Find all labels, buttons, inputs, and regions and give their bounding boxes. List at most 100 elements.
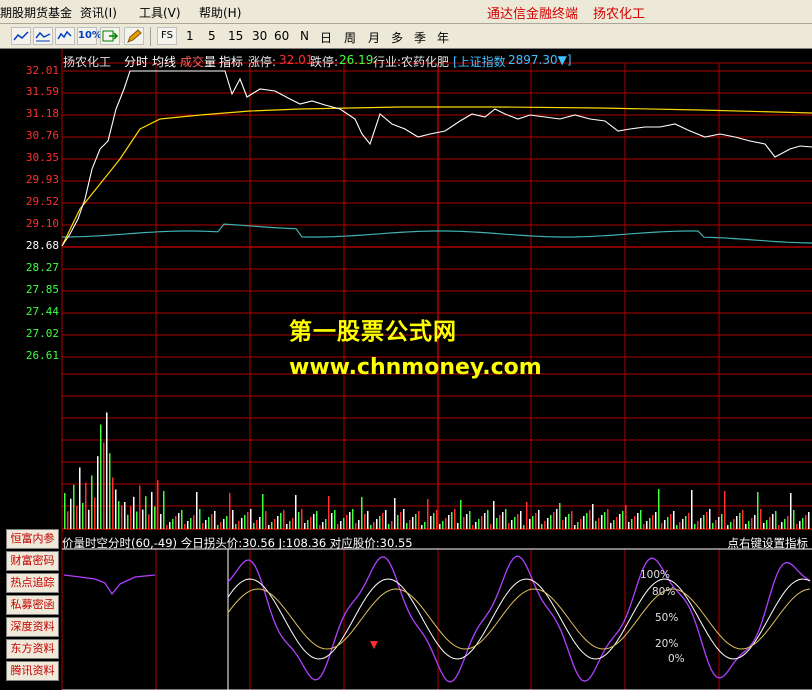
volume-bar <box>259 517 261 529</box>
volume-bar <box>616 517 618 529</box>
side-button-east-info[interactable]: 东方资料 <box>6 639 59 659</box>
index-label[interactable]: [上证指数 <box>453 53 506 70</box>
period-1min[interactable]: 1 <box>186 29 194 43</box>
volume-bar <box>490 524 492 529</box>
volume-bar <box>712 523 714 529</box>
volume-bar <box>94 497 96 529</box>
volume-bar <box>196 492 198 529</box>
indicator-hint: 点右键设置指标 <box>727 536 809 550</box>
export-icon[interactable] <box>100 27 120 45</box>
volume-bar <box>73 484 75 529</box>
volume-bar <box>112 477 114 529</box>
volume-bar <box>124 502 126 529</box>
info-volume-label: 成交 <box>180 55 205 69</box>
volume-bar <box>148 514 150 529</box>
volume-bar <box>325 519 327 529</box>
volume-bar <box>265 511 267 529</box>
side-button-private-fund[interactable]: 私募密函 <box>6 595 59 615</box>
volume-bar <box>334 510 336 529</box>
period-5min[interactable]: 5 <box>208 29 216 43</box>
volume-bar <box>502 512 504 529</box>
limit-down-value: 26.19 <box>339 53 374 67</box>
side-button-hengfu[interactable]: 恒富内参 <box>6 529 59 549</box>
period-month[interactable]: 月 <box>368 29 380 46</box>
side-button-wealth-code[interactable]: 财富密码 <box>6 551 59 571</box>
volume-bar <box>262 494 264 529</box>
period-year[interactable]: 年 <box>437 29 449 46</box>
volume-bar <box>232 510 234 529</box>
volume-bar <box>652 515 654 529</box>
volume-bar <box>745 524 747 529</box>
line-chart-icon[interactable] <box>33 27 53 45</box>
volume-bar <box>679 522 681 529</box>
menu-item-futures[interactable]: 期股期货基金 <box>0 4 72 21</box>
period-week[interactable]: 周 <box>344 29 356 46</box>
volume-bar <box>91 475 93 529</box>
volume-bar <box>76 506 78 529</box>
limit-up-value: 32.01 <box>279 53 314 67</box>
period-day[interactable]: 日 <box>320 29 332 46</box>
side-button-hotspot[interactable]: 热点追踪 <box>6 573 59 593</box>
indicator-title: 价量时空分时(60,-49) 今日拐头价:30.56 J:108.36 对应股价… <box>62 536 413 550</box>
volume-bar <box>409 520 411 529</box>
menu-item-info[interactable]: 资讯(I) <box>80 4 117 21</box>
menu-item-help[interactable]: 帮助(H) <box>199 4 241 21</box>
volume-bar <box>487 510 489 529</box>
volume-bar <box>361 497 363 529</box>
volume-bar <box>484 513 486 529</box>
side-button-depth-info[interactable]: 深度资料 <box>6 617 59 637</box>
volume-bar <box>421 525 423 529</box>
volume-bar <box>403 509 405 529</box>
volume-bar <box>304 523 306 529</box>
menu-item-tools[interactable]: 工具(V) <box>139 4 181 21</box>
volume-bar <box>226 516 228 529</box>
price-axis-label: 27.85 <box>25 283 59 296</box>
volume-bar <box>607 509 609 529</box>
volume-bar <box>628 522 630 529</box>
volume-bar <box>118 501 120 529</box>
info-mode[interactable]: 分时 <box>124 53 148 70</box>
volume-bar <box>517 514 519 529</box>
chart-area[interactable]: 扬农化工 分时 均线 成交 量 指标 涨停: 32.01 跌停: 26.19 行… <box>0 49 812 690</box>
volume-bar <box>190 518 192 529</box>
indicator-line-k <box>227 578 811 660</box>
volume-bar <box>556 509 558 529</box>
side-button-tencent-info[interactable]: 腾讯资料 <box>6 661 59 681</box>
volume-bar <box>787 516 789 529</box>
bar-chart-icon[interactable] <box>55 27 75 45</box>
info-avg-line-label: 均线 <box>152 55 177 69</box>
volume-bar <box>277 516 279 529</box>
volume-bar <box>541 524 543 529</box>
period-n[interactable]: N <box>300 29 309 43</box>
volume-bar <box>343 518 345 529</box>
volume-bar <box>367 511 369 529</box>
volume-bar <box>415 514 417 529</box>
volume-bar <box>280 513 282 529</box>
fs-button[interactable]: FS <box>157 27 177 45</box>
volume-bar <box>793 510 795 529</box>
volume-bar <box>109 453 111 529</box>
volume-bar <box>235 524 237 529</box>
pencil-draw-icon[interactable] <box>124 27 144 45</box>
volume-bar <box>193 515 195 529</box>
volume-bar <box>439 524 441 529</box>
volume-bar <box>454 509 456 529</box>
volume-bar <box>133 496 135 529</box>
volume-bar <box>544 521 546 529</box>
period-multi[interactable]: 多 <box>391 29 403 46</box>
volume-bar <box>448 515 450 529</box>
period-60min[interactable]: 60 <box>274 29 289 43</box>
kline-chart-icon[interactable] <box>11 27 31 45</box>
volume-bar <box>784 519 786 529</box>
period-15min[interactable]: 15 <box>228 29 243 43</box>
volume-bar <box>808 512 810 529</box>
period-quarter[interactable]: 季 <box>414 29 426 46</box>
app-title: 通达信金融终端 <box>487 7 579 22</box>
volume-bar <box>778 525 780 529</box>
price-axis-label: 29.93 <box>25 173 59 186</box>
info-indicator-label[interactable]: 指标 <box>219 53 243 70</box>
volume-bars <box>64 412 810 529</box>
percent-scale-button[interactable]: 10% <box>77 27 102 45</box>
period-30min[interactable]: 30 <box>252 29 267 43</box>
indicator-lines <box>63 555 811 683</box>
